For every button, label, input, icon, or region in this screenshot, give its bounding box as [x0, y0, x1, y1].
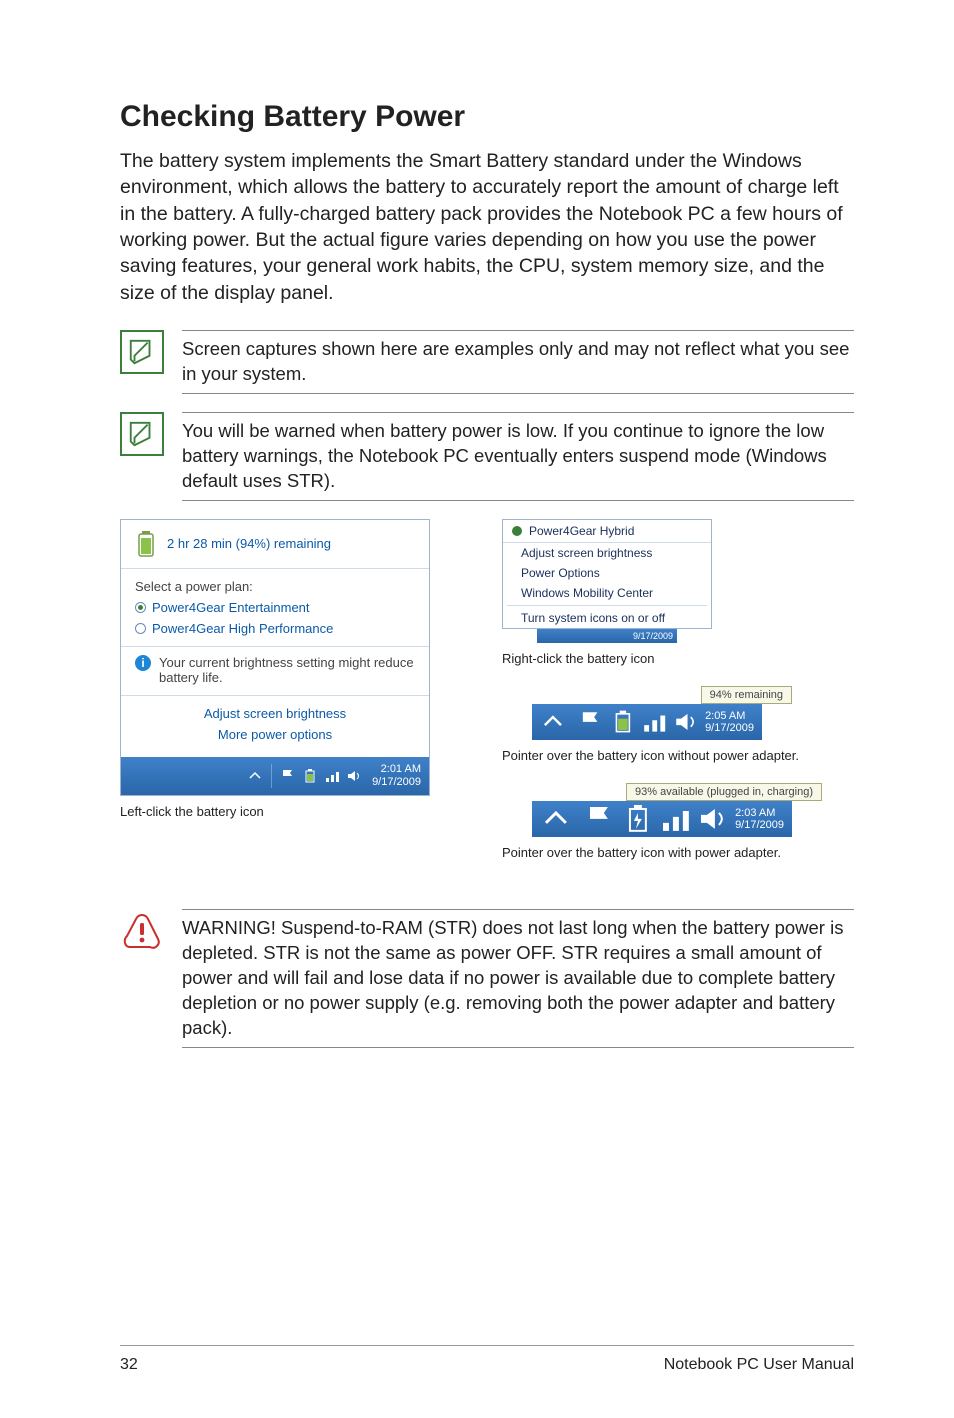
brightness-info: Your current brightness setting might re…	[159, 655, 415, 685]
warning-block: WARNING! Suspend-to-RAM (STR) does not l…	[120, 909, 854, 1048]
network-icon[interactable]	[324, 768, 340, 784]
flag-icon[interactable]	[584, 803, 616, 835]
battery-tray-icon[interactable]	[302, 768, 318, 784]
note-2: You will be warned when battery power is…	[120, 412, 854, 501]
ctx-mobility-center[interactable]: Windows Mobility Center	[503, 583, 711, 603]
battery-popup: 2 hr 28 min (94%) remaining Select a pow…	[120, 519, 430, 797]
plan-2-label: Power4Gear High Performance	[152, 621, 333, 636]
radio-selected-icon	[135, 602, 146, 613]
tray-with-adapter: 2:03 AM 9/17/2009	[532, 801, 792, 837]
flag-icon[interactable]	[280, 768, 296, 784]
chevron-up-icon[interactable]	[247, 768, 263, 784]
adjust-brightness-link[interactable]: Adjust screen brightness	[135, 704, 415, 725]
power4gear-icon	[511, 525, 523, 537]
flag-icon[interactable]	[578, 709, 604, 735]
page-footer: 32 Notebook PC User Manual	[120, 1345, 854, 1374]
tray-time: 2:05 AM	[705, 710, 754, 722]
taskbar-tray-left: 2:01 AM 9/17/2009	[121, 757, 429, 795]
tray-time: 2:01 AM	[372, 763, 421, 776]
ctx-system-icons[interactable]: Turn system icons on or off	[503, 608, 711, 628]
plans-header: Select a power plan:	[135, 579, 415, 594]
warning-text: WARNING! Suspend-to-RAM (STR) does not l…	[182, 909, 854, 1048]
chevron-up-icon[interactable]	[540, 709, 566, 735]
volume-icon[interactable]	[697, 803, 729, 835]
ctx-adjust-brightness[interactable]: Adjust screen brightness	[503, 543, 711, 563]
ctx-title-label: Power4Gear Hybrid	[529, 524, 634, 538]
intro-paragraph: The battery system implements the Smart …	[120, 148, 854, 306]
network-icon[interactable]	[659, 803, 691, 835]
tray-time: 2:03 AM	[735, 807, 784, 819]
context-menu: Power4Gear Hybrid Adjust screen brightne…	[502, 519, 712, 629]
plan-option-1[interactable]: Power4Gear Entertainment	[135, 600, 415, 615]
tray-mini: 9/17/2009	[537, 629, 677, 643]
caption-ctx: Right-click the battery icon	[502, 651, 854, 668]
note-1-text: Screen captures shown here are examples …	[182, 330, 854, 394]
warning-icon	[120, 909, 164, 953]
tooltip-remaining: 94% remaining	[701, 686, 792, 704]
plan-1-label: Power4Gear Entertainment	[152, 600, 310, 615]
radio-icon	[135, 623, 146, 634]
ctx-power-options[interactable]: Power Options	[503, 563, 711, 583]
remaining-label: 2 hr 28 min (94%) remaining	[167, 536, 331, 551]
volume-icon[interactable]	[673, 709, 699, 735]
note-icon	[120, 330, 164, 374]
tooltip-charging: 93% available (plugged in, charging)	[626, 783, 822, 801]
note-2-text: You will be warned when battery power is…	[182, 412, 854, 501]
network-icon[interactable]	[641, 709, 667, 735]
caption-left: Left-click the battery icon	[120, 804, 472, 821]
battery-charging-icon[interactable]	[622, 803, 654, 835]
info-icon: i	[135, 655, 151, 671]
more-power-options-link[interactable]: More power options	[135, 725, 415, 746]
note-icon	[120, 412, 164, 456]
note-1: Screen captures shown here are examples …	[120, 330, 854, 394]
tray-date: 9/17/2009	[372, 776, 421, 789]
heading: Checking Battery Power	[120, 100, 854, 134]
caption-no-adapter: Pointer over the battery icon without po…	[502, 748, 854, 765]
tray-no-adapter: 2:05 AM 9/17/2009	[532, 704, 762, 740]
tray-date: 9/17/2009	[705, 722, 754, 734]
volume-icon[interactable]	[346, 768, 362, 784]
plan-option-2[interactable]: Power4Gear High Performance	[135, 621, 415, 636]
tray-date: 9/17/2009	[735, 819, 784, 831]
battery-tray-icon[interactable]	[610, 709, 636, 735]
caption-with-adapter: Pointer over the battery icon with power…	[502, 845, 854, 862]
page-number: 32	[120, 1356, 138, 1374]
battery-icon	[135, 530, 157, 558]
chevron-up-icon[interactable]	[540, 803, 572, 835]
footer-title: Notebook PC User Manual	[664, 1356, 854, 1374]
